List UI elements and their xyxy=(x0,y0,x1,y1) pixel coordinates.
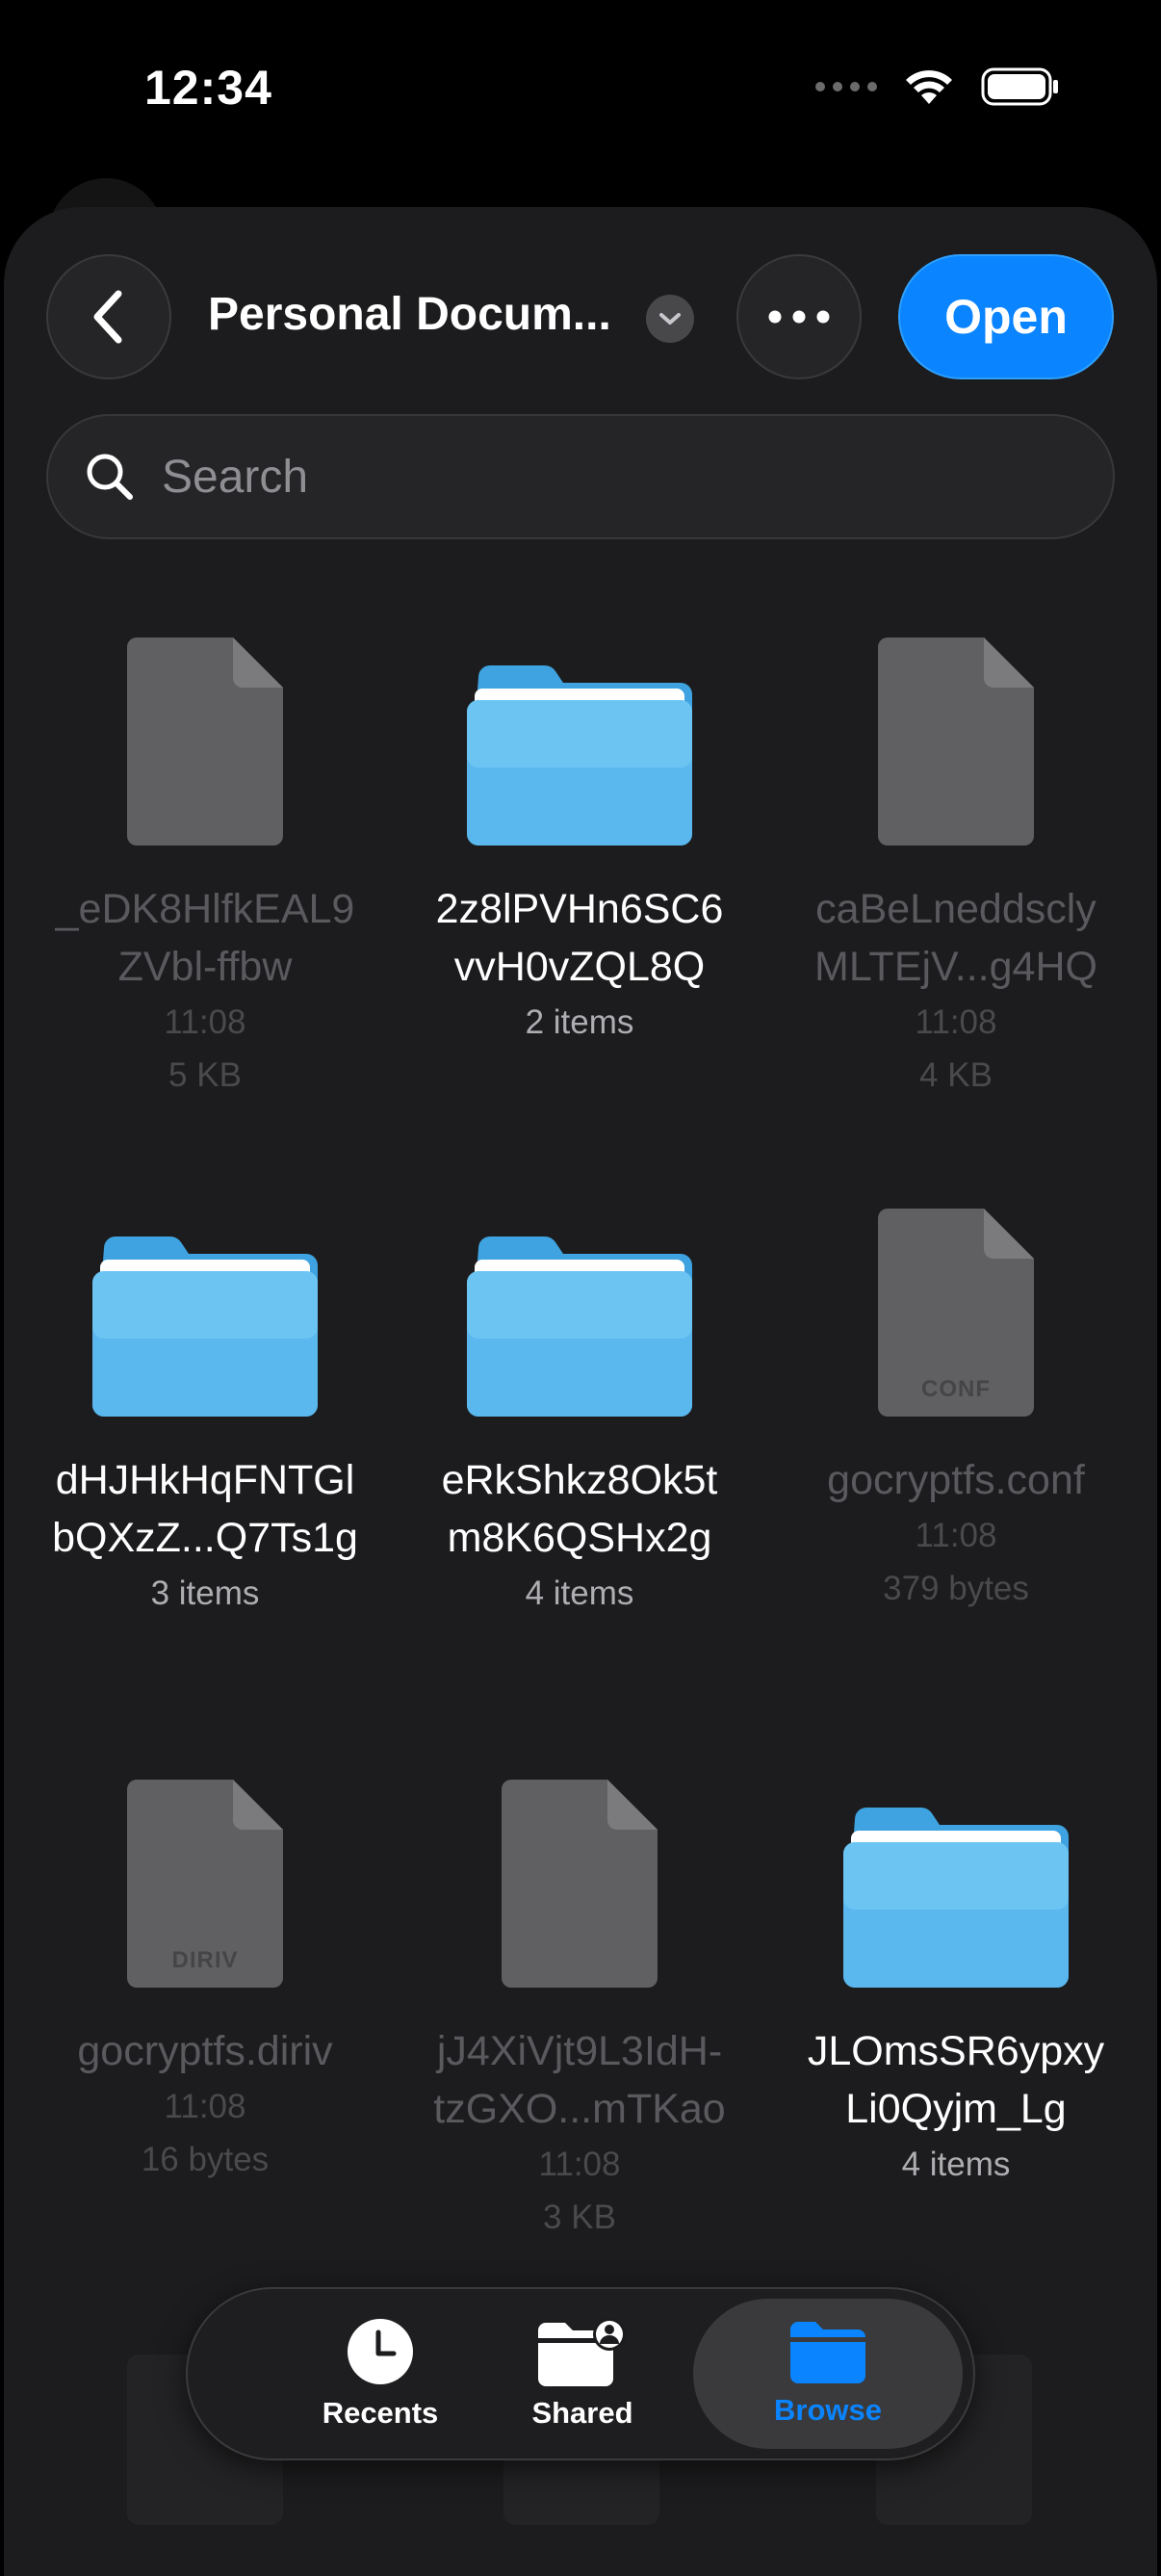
folder-item[interactable]: dHJHkHqFNTGl bQXzZ...Q7Ts1g 3 items xyxy=(17,1185,393,1620)
folder-icon xyxy=(790,2322,865,2383)
clock-icon xyxy=(348,2319,413,2384)
item-count: 4 items xyxy=(901,2146,1011,2183)
item-size: 4 KB xyxy=(919,1056,993,1094)
chevron-left-icon xyxy=(93,290,122,344)
item-date: 11:08 xyxy=(538,2146,621,2183)
item-count: 3 items xyxy=(150,1574,260,1612)
item-size: 16 bytes xyxy=(141,2141,270,2178)
tab-label: Shared xyxy=(531,2396,633,2430)
item-name: eRkShkz8Ok5t m8K6QSHx2g xyxy=(441,1457,718,1561)
file-item[interactable]: DIRIV gocryptfs.diriv 11:08 16 bytes xyxy=(17,1756,393,2186)
folder-icon xyxy=(467,664,692,846)
document-icon: CONF xyxy=(878,1209,1034,1417)
item-name: jJ4XiVjt9L3IdH-tzGXO...mTKao xyxy=(433,2028,726,2132)
open-button[interactable]: Open xyxy=(898,254,1114,379)
file-item[interactable]: _eDK8HlfkEAL9 ZVbl-ffbw 11:08 5 KB xyxy=(17,614,393,1102)
file-extension-label: CONF xyxy=(921,1376,991,1402)
tab-shared[interactable]: Shared xyxy=(448,2299,717,2449)
file-extension-label: DIRIV xyxy=(171,1947,239,1973)
item-name: dHJHkHqFNTGl bQXzZ...Q7Ts1g xyxy=(52,1457,358,1561)
item-date: 11:08 xyxy=(164,1003,246,1041)
item-date: 11:08 xyxy=(164,2088,246,2125)
battery-icon xyxy=(981,67,1058,106)
item-name: gocryptfs.diriv xyxy=(77,2028,333,2074)
document-icon: DIRIV xyxy=(127,1780,283,1988)
folder-item[interactable]: JLOmsSR6ypxy Li0Qyjm_Lg 4 items xyxy=(768,1756,1144,2191)
folder-icon xyxy=(92,1236,318,1417)
tab-label: Recents xyxy=(322,2396,439,2430)
document-icon xyxy=(878,637,1034,846)
tab-browse[interactable]: Browse xyxy=(693,2299,963,2449)
tab-bar: Recents Shared Browse xyxy=(186,2287,975,2460)
chevron-down-icon xyxy=(659,313,681,325)
document-icon xyxy=(502,1780,658,1988)
tab-label: Browse xyxy=(774,2393,882,2427)
title-menu-button[interactable] xyxy=(646,295,694,343)
search-icon xyxy=(87,454,133,500)
file-item[interactable]: CONF gocryptfs.conf 11:08 379 bytes xyxy=(768,1185,1144,1615)
shared-folder-icon xyxy=(538,2318,626,2386)
item-name: gocryptfs.conf xyxy=(827,1457,1085,1503)
status-bar: 12:34 xyxy=(0,0,1161,193)
folder-icon xyxy=(843,1807,1069,1988)
file-item[interactable]: jJ4XiVjt9L3IdH-tzGXO...mTKao 11:08 3 KB xyxy=(392,1756,767,2244)
document-icon xyxy=(127,637,283,846)
folder-item[interactable]: 2z8lPVHn6SC6 vvH0vZQL8Q 2 items xyxy=(392,614,767,1049)
item-name: caBeLneddscly MLTEjV...g4HQ xyxy=(814,886,1097,990)
file-item[interactable]: caBeLneddscly MLTEjV...g4HQ 11:08 4 KB xyxy=(768,614,1144,1102)
wifi-icon xyxy=(906,70,952,104)
item-size: 379 bytes xyxy=(883,1570,1029,1607)
item-date: 11:08 xyxy=(915,1517,997,1554)
item-name: JLOmsSR6ypxy Li0Qyjm_Lg xyxy=(807,2028,1105,2132)
search-field[interactable]: Search xyxy=(46,414,1115,539)
folder-item[interactable]: eRkShkz8Ok5t m8K6QSHx2g 4 items xyxy=(392,1185,767,1620)
item-size: 5 KB xyxy=(168,1056,242,1094)
search-placeholder: Search xyxy=(162,451,309,503)
more-button[interactable] xyxy=(736,254,862,379)
back-button[interactable] xyxy=(46,254,171,379)
item-date: 11:08 xyxy=(915,1003,997,1041)
item-name: 2z8lPVHn6SC6 vvH0vZQL8Q xyxy=(435,886,724,990)
folder-title[interactable]: Personal Docum... xyxy=(208,288,611,341)
item-name: _eDK8HlfkEAL9 ZVbl-ffbw xyxy=(55,886,355,990)
status-time: 12:34 xyxy=(144,61,272,115)
item-count: 4 items xyxy=(525,1574,634,1612)
ellipsis-icon xyxy=(768,310,830,324)
item-count: 2 items xyxy=(525,1003,634,1041)
signal-dots-icon xyxy=(815,82,877,91)
folder-icon xyxy=(467,1236,692,1417)
item-size: 3 KB xyxy=(543,2199,616,2236)
status-indicators xyxy=(815,67,1060,106)
